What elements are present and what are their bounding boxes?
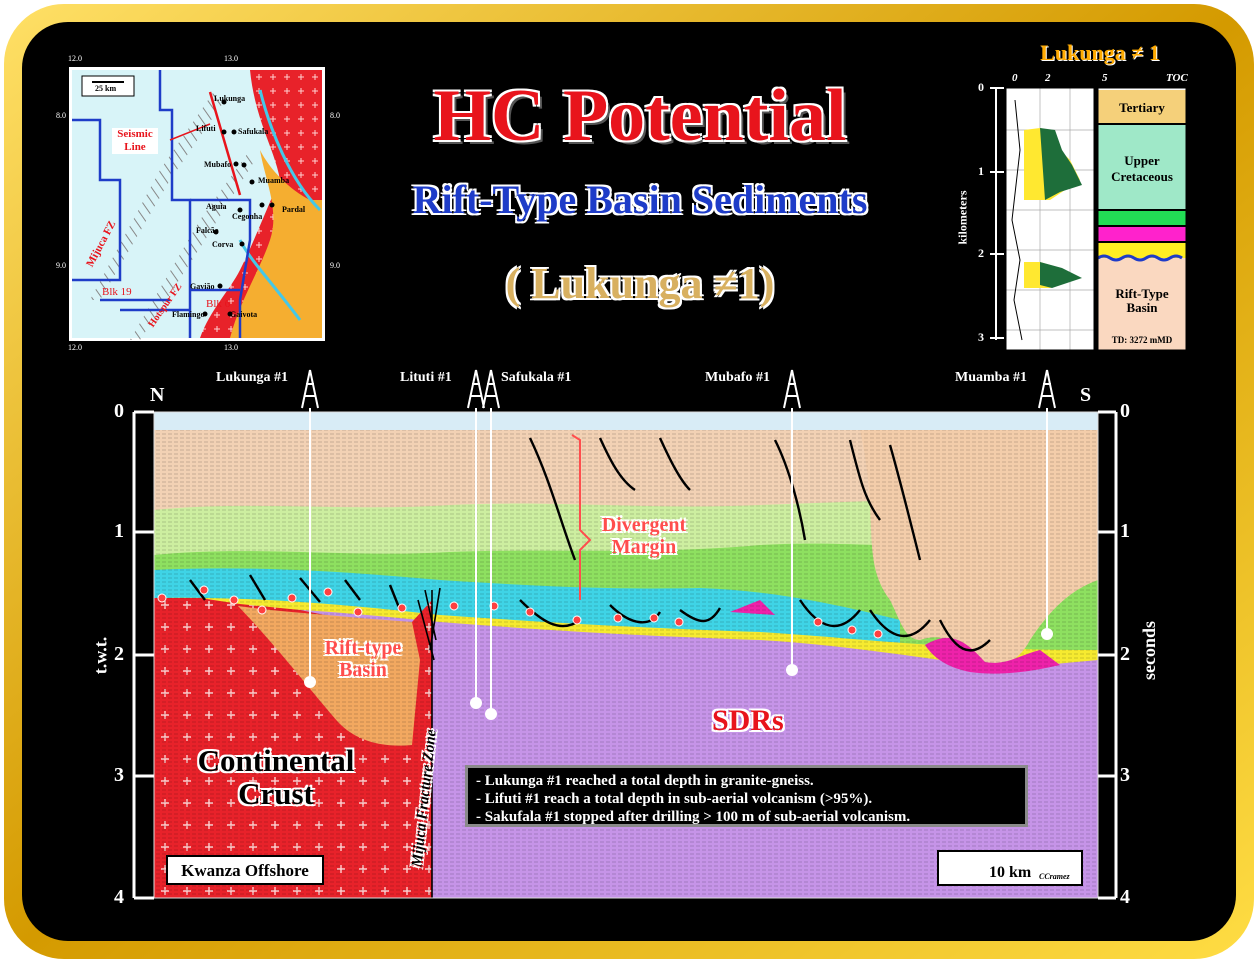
map-well-lukunga: Lukunga [214,94,246,103]
map-lat-9-right: 9.0 [330,261,340,270]
credit-label: CCramez [1039,872,1070,881]
location-label: Kwanza Offshore [166,855,324,885]
y-tick-right-4: 4 [1120,886,1130,908]
well-subtitle: ( Lukunga ≠1) [505,259,775,308]
toc-tick-5: 5 [1102,72,1108,84]
y-tick-right-2: 2 [1120,643,1130,665]
section-well-lituti: Lituti #1 [400,370,452,385]
map-well-gaviao: Gavião [190,282,215,291]
note-line-2: - Lifuti #1 reach a total depth in sub-a… [476,791,873,807]
unit-tertiary: Tertiary [1119,100,1165,115]
map-lon-12-bottom: 12.0 [68,343,82,352]
map-lon-13-bottom: 13.0 [224,343,238,352]
depth-axis-label: kilometers [955,190,970,245]
map-well-pardal: Pardal [282,205,306,214]
map-lon-12-top: 12.0 [68,54,82,63]
unit-upper-cretaceous: Upper Cretaceous [1111,153,1173,184]
map-lat-9-left: 9.0 [56,261,66,270]
south-label: S [1080,384,1092,406]
unit-rift-type-basin: Rift-Type Basin [1115,286,1169,315]
map-well-cegonha: Cegonha [232,212,263,221]
map-well-lifuti: Lifuti [196,124,216,133]
depth-tick-1: 1 [978,164,984,178]
section-well-safukala: Safukala #1 [501,370,572,385]
y-tick-left-4: 4 [114,886,124,908]
note-line-3: - Sakufala #1 stopped after drilling > 1… [476,809,911,825]
well-td: TD: 3272 mMD [1111,335,1173,345]
map-lat-8-right: 8.0 [330,111,340,120]
right-axis-label: seconds [1139,620,1160,681]
map-well-flamingo: Flamingo [172,310,205,319]
y-tick-right-1: 1 [1120,520,1130,542]
map-well-mubafo: Mubafo [204,160,232,169]
left-axis-label: t.w.t. [90,636,111,675]
y-tick-left-3: 3 [114,764,124,786]
notes-box: - Lukunga #1 reached a total depth in gr… [465,765,1028,827]
map-seismic-line-label: Seismic Line [112,128,158,154]
toc-tick-2: 2 [1045,72,1051,84]
map-well-gaivota: Gaivota [230,310,258,319]
page-subtitle: Rift-Type Basin Sediments [412,177,868,222]
section-well-mubafo: Mubafo #1 [705,370,770,385]
inset-map [67,65,327,343]
y-tick-left-2: 2 [114,643,124,665]
map-well-muamba: Muamba [258,176,290,185]
note-line-1: - Lukunga #1 reached a total depth in gr… [476,773,814,789]
map-lat-8-left: 8.0 [56,111,66,120]
depth-tick-2: 2 [978,246,984,260]
label-divergent-margin: Divergent Margin [601,514,687,558]
map-well-safukala: Safukala [238,127,269,136]
well-log-title: Lukunga ≠ 1 [1040,40,1160,65]
map-well-falcao: Falcão [196,226,219,235]
map-well-corva: Corva [212,240,234,249]
page-title: HC Potential [433,75,847,157]
depth-tick-3: 3 [978,330,984,344]
scale-label: 10 km [989,864,1032,881]
map-well-aguia: Aguia [206,202,227,211]
y-tick-left-1: 1 [114,520,124,542]
label-sdrs: SDRs [712,704,784,737]
depth-tick-0: 0 [978,80,984,94]
toc-tick-0: 0 [1012,72,1018,84]
section-well-lukunga: Lukunga #1 [216,370,288,385]
section-well-muamba: Muamba #1 [955,370,1027,385]
y-tick-right-0: 0 [1120,400,1130,422]
y-tick-right-3: 3 [1120,764,1130,786]
map-scale-label: 25 km [95,84,117,93]
north-label: N [150,384,165,406]
map-lon-13-top: 13.0 [224,54,238,63]
toc-label: TOC [1166,72,1188,84]
map-block-6: Blk 6 [206,298,231,310]
map-block-19: Blk 19 [102,286,132,298]
label-continental-crust: Continental Crust [197,743,355,811]
label-rift-basin: Rift-type Basin [324,637,402,681]
scale-box: 10 km CCramez [937,850,1083,886]
y-tick-left-0: 0 [114,400,124,422]
